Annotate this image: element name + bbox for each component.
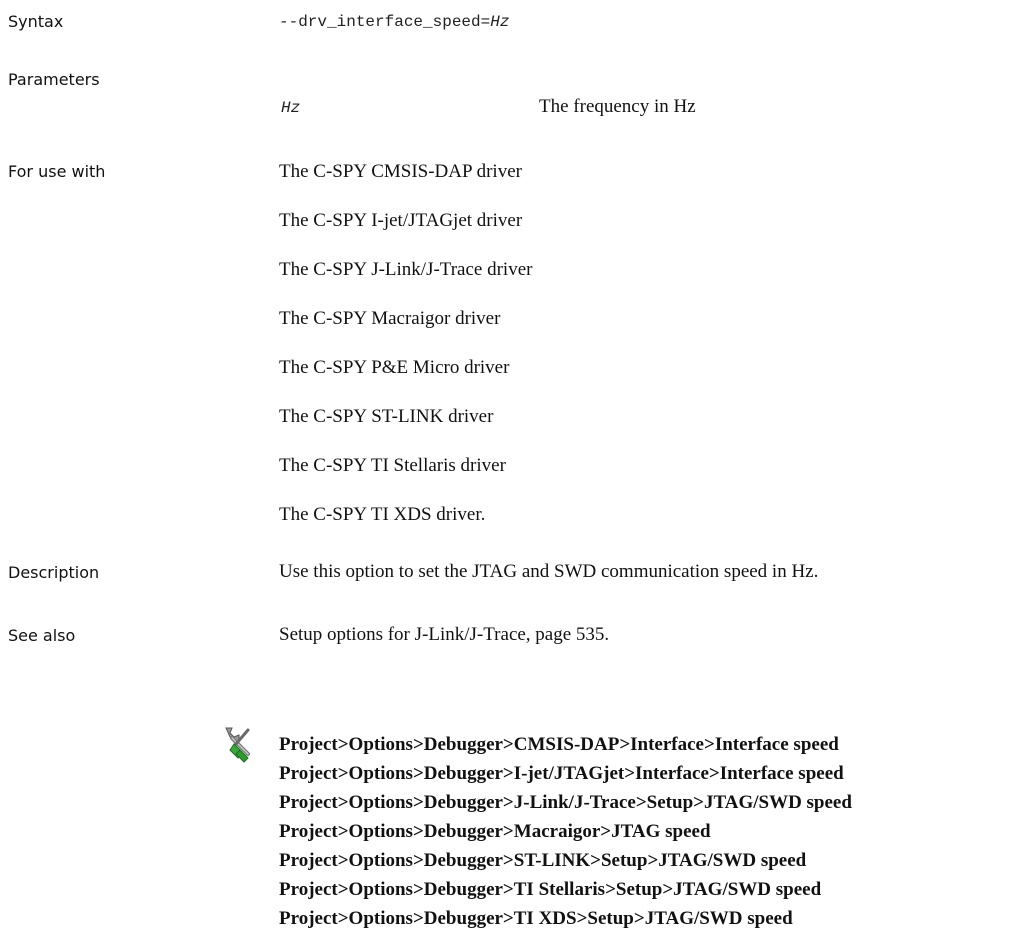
param-name-hz: Hz xyxy=(281,99,301,117)
for-use-with-item: The C-SPY I-jet/JTAGjet driver xyxy=(279,210,523,231)
ide-path-item: Project>Options>Debugger>I-jet/JTAGjet>I… xyxy=(279,763,844,784)
for-use-with-item: The C-SPY TI XDS driver. xyxy=(279,504,486,525)
ide-path-item: Project>Options>Debugger>J-Link/J-Trace>… xyxy=(279,792,852,813)
for-use-with-item: The C-SPY TI Stellaris driver xyxy=(279,455,506,476)
param-name: Hz xyxy=(281,98,300,118)
description-label: Description xyxy=(8,563,100,582)
parameters-label: Parameters xyxy=(8,70,100,89)
for-use-with-item: The C-SPY CMSIS-DAP driver xyxy=(279,161,522,182)
see-also-label: See also xyxy=(8,626,76,645)
for-use-with-item: The C-SPY Macraigor driver xyxy=(279,308,501,329)
syntax-arg: Hz xyxy=(490,13,510,31)
for-use-with-item: The C-SPY P&E Micro driver xyxy=(279,357,510,378)
syntax-code: --drv_interface_speed=Hz xyxy=(279,12,509,32)
see-also-link[interactable]: Setup options for J-Link/J-Trace, page 5… xyxy=(279,624,609,646)
for-use-with-item: The C-SPY ST-LINK driver xyxy=(279,406,494,427)
ide-path-item: Project>Options>Debugger>CMSIS-DAP>Inter… xyxy=(279,734,839,755)
for-use-with-item: The C-SPY J-Link/J-Trace driver xyxy=(279,259,533,280)
ide-options-tool-icon xyxy=(218,724,258,764)
ide-path-item: Project>Options>Debugger>TI Stellaris>Se… xyxy=(279,879,822,900)
description-text: Use this option to set the JTAG and SWD … xyxy=(279,561,819,582)
for-use-with-label: For use with xyxy=(8,162,106,181)
syntax-label: Syntax xyxy=(8,12,64,31)
syntax-prefix: --drv_interface_speed= xyxy=(279,13,491,31)
param-description: The frequency in Hz xyxy=(539,96,696,117)
ide-path-item: Project>Options>Debugger>ST-LINK>Setup>J… xyxy=(279,850,807,871)
ide-path-item: Project>Options>Debugger>Macraigor>JTAG … xyxy=(279,821,711,842)
ide-path-item: Project>Options>Debugger>TI XDS>Setup>JT… xyxy=(279,908,793,929)
